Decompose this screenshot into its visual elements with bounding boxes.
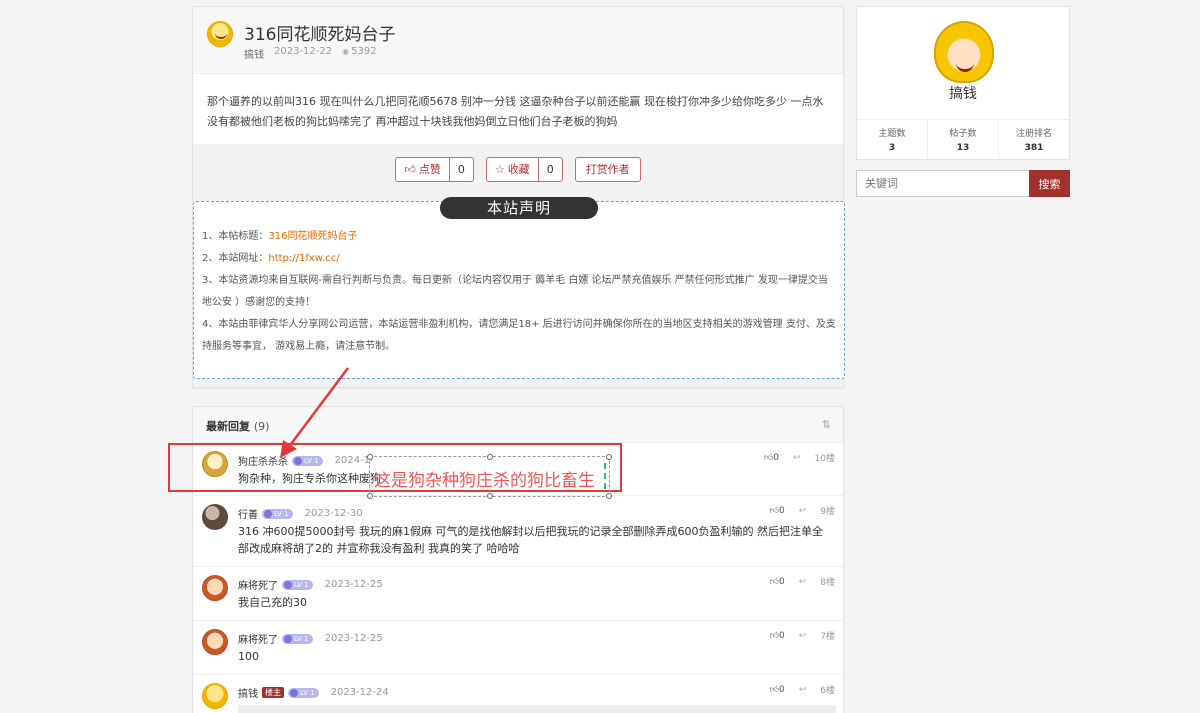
post-content: 那个逼养的以前叫316 现在叫什么几把同花顺5678 别冲一分钱 这逼杂种台子以… — [193, 74, 843, 144]
reply-username[interactable]: 搞钱 — [238, 685, 258, 700]
reply-icon[interactable]: ↩ — [799, 685, 807, 695]
replies-count: (9) — [253, 420, 270, 433]
site-notice: 本站声明 1、本帖标题：316同花顺死妈台子 2、本站网址：http://1fx… — [193, 194, 845, 387]
stat-topics: 主题数 3 — [857, 120, 928, 159]
thumbs-up-icon: 👍︎ — [769, 505, 779, 516]
notice-box: 本站声明 1、本帖标题：316同花顺死妈台子 2、本站网址：http://1fx… — [193, 197, 845, 379]
main-column: 316同花顺死妈台子 搞钱 2023-12-22 5392 那个逼养的以前叫31… — [192, 6, 845, 388]
notice-line-4: 4、本站由菲律宾华人分享网公司运营，本站运营非盈利机构，请您满足18+ 后进行访… — [202, 319, 836, 352]
level-badge: LV 1 — [282, 633, 313, 644]
favorite-button[interactable]: ☆ 收藏 0 — [485, 156, 563, 182]
post-card: 316同花顺死妈台子 搞钱 2023-12-22 5392 那个逼养的以前叫31… — [192, 6, 845, 388]
like-button[interactable]: 👍︎ 点赞 0 — [395, 156, 474, 182]
floor-number: 10楼 — [814, 454, 835, 464]
text-cursor — [604, 463, 606, 489]
user-avatar[interactable] — [202, 504, 228, 530]
reply-like-button[interactable]: 👍︎0 — [770, 506, 785, 516]
profile-card: 搞钱 主题数 3 帖子数 13 注册排名 381 — [856, 6, 1070, 160]
quoted-reply — [238, 705, 836, 713]
search-bar: 搜索 — [856, 170, 1070, 197]
author-avatar[interactable] — [207, 21, 233, 47]
reply-username[interactable]: 行善 — [238, 506, 258, 521]
thumbs-up-icon: 👍︎ — [763, 452, 774, 463]
reply-date: 2023-12-30 — [304, 508, 363, 519]
reply-item: 麻将死了 LV 1 2023-12-25 👍︎0 ↩ 8楼 我自己充的30 — [193, 567, 843, 621]
post-meta: 搞钱 2023-12-22 5392 — [244, 46, 377, 61]
favorite-label: 收藏 — [507, 163, 530, 176]
level-badge: LV 1 — [288, 687, 319, 698]
profile-stats: 主题数 3 帖子数 13 注册排名 381 — [857, 119, 1069, 159]
like-label: 点赞 — [418, 163, 441, 176]
reply-icon[interactable]: ↩ — [793, 453, 801, 463]
like-count: 0 — [457, 162, 465, 176]
notice-line-title: 1、本帖标题：316同花顺死妈台子 — [202, 231, 358, 242]
reply-like-button[interactable]: 👍︎0 — [764, 453, 779, 463]
notice-badge: 本站声明 — [440, 197, 598, 219]
level-badge: LV 1 — [262, 508, 293, 519]
reply-item: 行善 LV 1 2023-12-30 👍︎0 ↩ 9楼 316 冲600提500… — [193, 496, 843, 567]
thumbs-up-icon: 👍︎ — [769, 576, 779, 587]
tip-author-button[interactable]: 打赏作者 — [574, 156, 641, 182]
floor-number: 7楼 — [820, 632, 835, 642]
post-action-bar: 👍︎ 点赞 0 ☆ 收藏 0 打赏作者 — [193, 144, 843, 194]
reply-like-button[interactable]: 👍︎0 — [770, 685, 785, 695]
notice-line-3: 3、本站资源均来自互联网-需自行判断与负责。每日更新（论坛内容仅用于 薅羊毛 白… — [202, 275, 828, 308]
thumbs-up-icon: 👍︎ — [769, 684, 779, 695]
post-date: 2023-12-22 — [274, 46, 333, 57]
reply-item: 搞钱 楼主 LV 1 2023-12-24 👍︎0 ↩ 6楼 — [193, 675, 843, 713]
post-header: 316同花顺死妈台子 搞钱 2023-12-22 5392 — [193, 7, 843, 74]
annotation-caption: 这是狗杂种狗庄杀的狗比畜生 — [374, 471, 595, 491]
reply-text: 100 — [238, 650, 259, 663]
reply-date: 2023-12-25 — [324, 579, 383, 590]
reply-date: 2023-12-25 — [324, 633, 383, 644]
stat-posts: 帖子数 13 — [928, 120, 999, 159]
reply-icon[interactable]: ↩ — [799, 631, 807, 641]
favorite-count: 0 — [546, 162, 554, 176]
replies-header: 最新回复 (9) ⇅ — [193, 407, 843, 443]
profile-avatar[interactable] — [934, 21, 994, 83]
reply-item: 麻将死了 LV 1 2023-12-25 👍︎0 ↩ 7楼 100 — [193, 621, 843, 675]
star-icon: ☆ — [494, 162, 505, 176]
owner-badge: 楼主 — [262, 687, 284, 698]
search-input[interactable] — [856, 170, 1029, 197]
reply-like-button[interactable]: 👍︎0 — [770, 577, 785, 587]
post-title: 316同花顺死妈台子 — [244, 25, 396, 45]
level-badge: LV 1 — [282, 579, 313, 590]
profile-name[interactable]: 搞钱 — [857, 83, 1069, 103]
floor-number: 8楼 — [820, 578, 835, 588]
thumbs-up-icon: 👍︎ — [769, 630, 779, 641]
reply-icon[interactable]: ↩ — [799, 577, 807, 587]
notice-title-link[interactable]: 316同花顺死妈台子 — [268, 231, 357, 242]
search-button[interactable]: 搜索 — [1029, 170, 1070, 197]
floor-number: 9楼 — [820, 507, 835, 517]
reply-text: 我自己充的30 — [238, 596, 307, 609]
post-author[interactable]: 搞钱 — [244, 46, 264, 61]
replies-title: 最新回复 — [206, 420, 250, 433]
reply-username[interactable]: 麻将死了 — [238, 577, 278, 592]
floor-number: 6楼 — [820, 686, 835, 696]
reply-text: 316 冲600提5000封号 我玩的麻1假麻 可气的是找他解封以后把我玩的记录… — [238, 525, 823, 555]
user-avatar[interactable] — [202, 629, 228, 655]
sidebar: 搞钱 主题数 3 帖子数 13 注册排名 381 搜索 — [856, 6, 1070, 197]
notice-url-link[interactable]: http://1fxw.cc/ — [268, 253, 339, 264]
reply-like-button[interactable]: 👍︎0 — [770, 631, 785, 641]
thumbs-up-icon: 👍︎ — [404, 162, 416, 176]
stat-rank: 注册排名 381 — [1015, 129, 1052, 153]
user-avatar[interactable] — [202, 575, 228, 601]
reply-icon[interactable]: ↩ — [799, 506, 807, 516]
reply-username[interactable]: 麻将死了 — [238, 631, 278, 646]
user-avatar[interactable] — [202, 683, 228, 709]
sort-icon[interactable]: ⇅ — [822, 418, 831, 431]
notice-line-url: 2、本站网址：http://1fxw.cc/ — [202, 253, 340, 264]
post-views: 5392 — [342, 46, 376, 61]
reply-date: 2023-12-24 — [330, 687, 389, 698]
